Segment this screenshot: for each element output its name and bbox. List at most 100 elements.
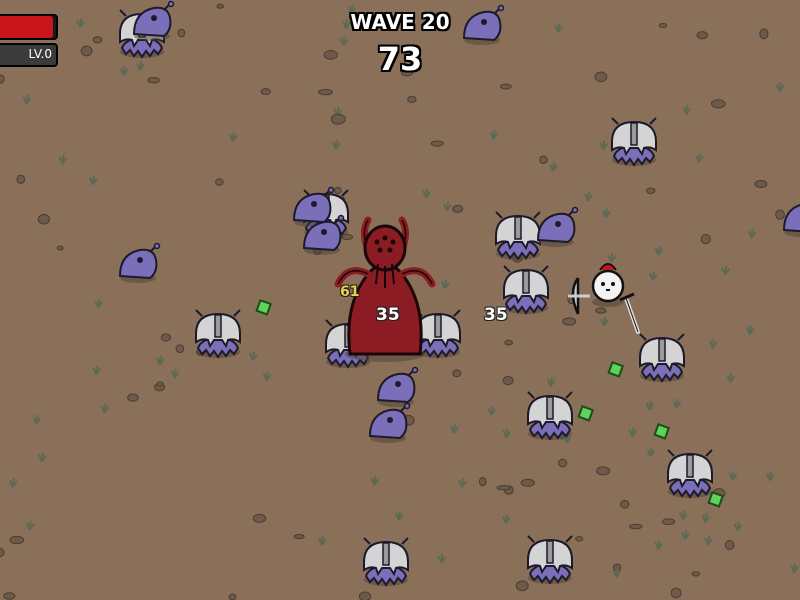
grass-tuft: [22, 94, 32, 105]
grass-tuft: [502, 514, 511, 524]
slug-alien-enemy: [368, 402, 411, 443]
pebble: [646, 187, 656, 195]
pebble: [3, 592, 16, 600]
grass-tuft: [458, 478, 467, 488]
pebble: [430, 140, 444, 147]
grass-tuft: [437, 553, 447, 564]
material-drop: [653, 423, 671, 440]
pebble: [500, 83, 512, 90]
pebble: [0, 547, 5, 558]
grass-tuft: [37, 452, 47, 463]
pebble: [452, 204, 464, 213]
grass-tuft: [728, 470, 738, 481]
health-bar-fill: [0, 16, 54, 38]
grass-tuft: [747, 228, 757, 239]
material-drop: [255, 299, 273, 316]
pebble: [215, 178, 224, 186]
slug-alien-enemy: [132, 0, 175, 41]
grass-tuft: [546, 377, 556, 387]
pebble: [710, 99, 726, 109]
helmeted-alien-enemy: [527, 391, 573, 441]
grass-tuft: [733, 521, 743, 532]
pebble: [754, 179, 768, 189]
pebble: [177, 28, 186, 38]
grass-tuft: [654, 245, 664, 256]
pebble: [520, 478, 535, 487]
grass-tuft: [695, 153, 704, 163]
grass-tuft: [489, 129, 499, 140]
pebble: [700, 233, 711, 245]
grass-tuft: [645, 400, 655, 411]
slug-alien-enemy: [118, 242, 161, 283]
grass-tuft: [155, 355, 165, 366]
grass-tuft: [32, 414, 42, 425]
pebble: [358, 591, 372, 600]
slug-alien-enemy: [536, 206, 579, 247]
grass-tuft: [672, 398, 682, 409]
helmeted-alien-enemy: [363, 537, 409, 587]
pebble: [658, 22, 668, 29]
grass-tuft: [331, 139, 341, 150]
grass-tuft: [58, 154, 68, 165]
helmeted-alien-enemy: [611, 117, 657, 167]
pebble: [539, 155, 548, 164]
pebble: [216, 3, 225, 9]
experience-bar: LV.0: [0, 43, 58, 67]
pebble: [92, 36, 103, 44]
player-character: [568, 263, 640, 334]
damage-number: 35: [376, 305, 400, 325]
pebble: [478, 476, 487, 487]
grass-tuft: [682, 105, 692, 115]
grass-tuft: [601, 208, 611, 219]
pebble: [502, 376, 514, 386]
grass-tuft: [136, 60, 145, 71]
pebble: [260, 88, 272, 95]
grass-tuft: [249, 351, 258, 361]
grass-tuft: [726, 373, 736, 383]
grass-tuft: [440, 279, 450, 289]
grass-tuft: [701, 512, 711, 523]
material-drop: [607, 361, 625, 378]
helmeted-alien-enemy: [527, 535, 573, 585]
pebble: [619, 499, 630, 509]
grass-tuft: [721, 265, 731, 276]
grass-tuft: [25, 520, 35, 531]
pebble: [56, 245, 64, 251]
wave-counter: WAVE 20: [350, 10, 450, 34]
grass-tuft: [119, 66, 129, 76]
pebble: [80, 45, 93, 57]
grass-tuft: [88, 175, 98, 186]
helmeted-alien-enemy: [195, 309, 241, 359]
pebble: [175, 344, 185, 354]
grass-tuft: [422, 188, 432, 199]
grass-tuft: [100, 403, 110, 414]
pebble: [160, 333, 172, 342]
pebble: [724, 539, 735, 551]
level-label: LV.0: [28, 47, 52, 61]
grass-tuft: [549, 162, 558, 172]
pebble: [252, 513, 267, 523]
pebble: [670, 587, 682, 599]
grass-tuft: [583, 191, 593, 202]
pebble: [662, 518, 676, 526]
grass-tuft: [502, 428, 512, 438]
pebble: [596, 466, 611, 476]
wave-timer: 73: [377, 40, 423, 78]
grass-tuft: [654, 540, 664, 550]
pebble: [330, 113, 346, 125]
pebble: [496, 485, 511, 491]
pebble: [759, 28, 769, 40]
game-viewport[interactable]: LV.0 WAVE 20 73 35 35 61: [0, 0, 800, 600]
pebble: [407, 95, 417, 103]
grass-tuft: [708, 338, 718, 349]
material-drop: [577, 405, 595, 422]
grass-tuft: [628, 427, 638, 437]
grass-tuft: [766, 471, 775, 482]
grass-tuft: [394, 510, 404, 521]
grass-tuft: [370, 475, 380, 486]
grass-tuft: [648, 271, 658, 281]
grass-tuft: [775, 82, 785, 93]
grass-tuft: [790, 563, 800, 574]
damage-number: 61: [340, 284, 360, 300]
grass-tuft: [443, 201, 452, 212]
